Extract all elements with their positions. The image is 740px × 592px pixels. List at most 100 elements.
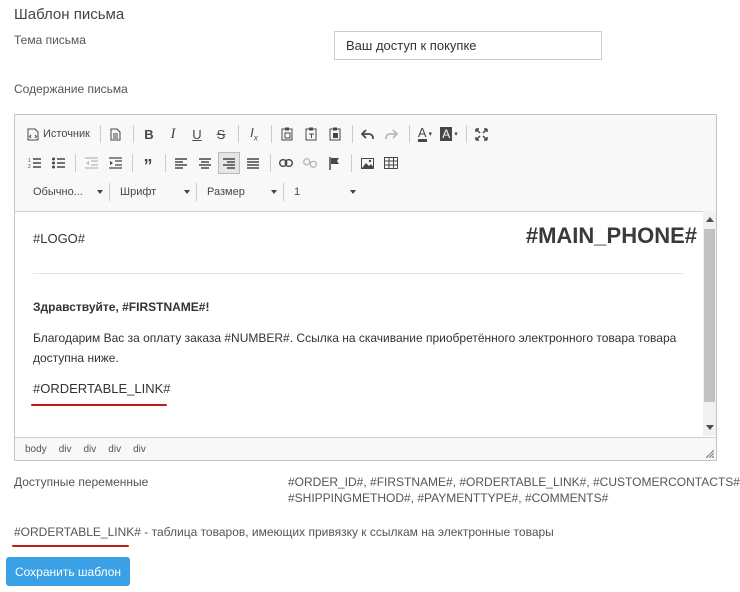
main-phone: #MAIN_PHONE# — [525, 223, 697, 248]
path-item[interactable]: div — [59, 444, 72, 455]
image-icon — [360, 157, 374, 169]
path-item[interactable]: body — [25, 444, 47, 455]
numbered-list-icon: 12 — [28, 158, 41, 169]
scroll-up-icon[interactable] — [706, 217, 714, 222]
editor-toolbar: Источник B I U S Ix A ▾ A ▾ 12 ” Обычно.… — [15, 115, 716, 212]
table-button[interactable] — [380, 152, 402, 174]
font-select[interactable]: Шрифт — [110, 181, 196, 203]
strikethrough-icon: S — [216, 126, 226, 142]
undo-button[interactable] — [357, 123, 379, 145]
numbered-list-button[interactable]: 12 — [23, 152, 45, 174]
align-justify-button[interactable] — [242, 152, 264, 174]
logo-placeholder: #LOGO# — [33, 231, 86, 246]
variables-line-2: #SHIPPINGMETHOD#, #PAYMENTTYPE#, #COMMEN… — [288, 491, 609, 505]
toolbar-separator — [99, 125, 101, 143]
underline-icon: U — [192, 126, 202, 142]
bold-icon: B — [144, 126, 154, 142]
underline-mark — [31, 404, 167, 406]
line-height-select-value: 1 — [294, 186, 301, 198]
toolbar-separator — [237, 125, 239, 143]
link-button[interactable] — [275, 152, 297, 174]
align-right-button[interactable] — [218, 152, 240, 174]
paste-word-button[interactable] — [324, 123, 346, 145]
size-select-value: Размер — [207, 186, 245, 198]
body-text: Благодарим Вас за оплату заказа #NUMBER#… — [33, 331, 677, 365]
align-left-button[interactable] — [170, 152, 192, 174]
align-left-icon — [175, 157, 187, 169]
chevron-down-icon — [271, 190, 277, 194]
align-right-icon — [223, 157, 235, 169]
unlink-button[interactable] — [299, 152, 321, 174]
toolbar-separator — [270, 125, 272, 143]
toolbar-separator — [132, 125, 134, 143]
blockquote-icon: ” — [143, 155, 153, 176]
editor-content[interactable]: #LOGO# #MAIN_PHONE# Здравствуйте, #FIRST… — [15, 211, 703, 436]
scroll-down-icon[interactable] — [706, 425, 714, 430]
order-table-link: #ORDERTABLE_LINK# — [33, 381, 171, 396]
text-color-icon: A — [417, 125, 427, 142]
text-color-button[interactable]: A ▾ — [414, 123, 436, 145]
path-item[interactable]: div — [108, 444, 121, 455]
flag-icon — [328, 156, 339, 170]
unlink-icon — [303, 158, 317, 168]
table-icon — [384, 157, 398, 169]
chevron-down-icon — [97, 190, 103, 194]
paste-button[interactable] — [276, 123, 298, 145]
editor-scrollbar[interactable] — [703, 211, 716, 436]
font-select-value: Шрифт — [120, 186, 157, 198]
subject-input[interactable]: Ваш доступ к покупке — [334, 31, 602, 60]
source-button[interactable]: Источник — [23, 123, 94, 145]
toolbar-separator — [351, 154, 352, 172]
toolbar-separator — [132, 154, 133, 172]
remove-format-icon: Ix — [250, 125, 258, 143]
resize-grip-icon[interactable] — [706, 450, 714, 458]
paste-text-button[interactable] — [300, 123, 322, 145]
image-button[interactable] — [356, 152, 378, 174]
variables-line-1: #ORDER_ID#, #FIRSTNAME#, #ORDERTABLE_LIN… — [288, 475, 740, 489]
greeting: Здравствуйте, #FIRSTNAME#! — [33, 300, 210, 314]
toolbar-separator — [75, 154, 76, 172]
toolbar-separator — [165, 154, 166, 172]
align-justify-icon — [247, 157, 259, 169]
link-icon — [279, 159, 293, 167]
bg-color-button[interactable]: A ▾ — [438, 123, 460, 145]
page-title: Шаблон письма — [14, 6, 125, 23]
bold-button[interactable]: B — [138, 123, 160, 145]
divider — [33, 273, 683, 274]
chevron-down-icon — [184, 190, 190, 194]
paste-icon — [281, 127, 293, 141]
outdent-button[interactable] — [80, 152, 102, 174]
italic-icon: I — [170, 125, 176, 142]
paste-word-icon — [329, 127, 341, 141]
format-select[interactable]: Обычно... — [23, 181, 109, 203]
redo-icon — [385, 128, 399, 139]
toolbar-separator — [408, 125, 410, 143]
anchor-button[interactable] — [323, 152, 345, 174]
document-button[interactable] — [105, 123, 127, 145]
blockquote-button[interactable]: ” — [137, 152, 159, 176]
bullet-list-button[interactable] — [47, 152, 69, 174]
size-select[interactable]: Размер — [197, 181, 283, 203]
italic-button[interactable]: I — [162, 123, 184, 145]
underline-mark — [12, 545, 129, 547]
element-path-bar: body div div div div — [15, 437, 716, 460]
align-center-button[interactable] — [194, 152, 216, 174]
indent-icon — [108, 157, 122, 169]
line-height-select[interactable]: 1 — [284, 181, 362, 203]
toolbar-separator — [351, 125, 353, 143]
remove-format-button[interactable]: Ix — [243, 123, 265, 145]
indent-button[interactable] — [104, 152, 126, 174]
source-label: Источник — [43, 128, 90, 140]
chevron-down-icon — [350, 190, 356, 194]
underline-button[interactable]: U — [186, 123, 208, 145]
strikethrough-button[interactable]: S — [210, 123, 232, 145]
content-label: Содержание письма — [14, 82, 128, 96]
redo-button[interactable] — [381, 123, 403, 145]
save-template-button[interactable]: Сохранить шаблон — [6, 557, 130, 586]
path-item[interactable]: div — [133, 444, 146, 455]
align-center-icon — [199, 157, 211, 169]
note-line: #ORDERTABLE_LINK# - таблица товаров, име… — [14, 525, 554, 539]
scrollbar-thumb[interactable] — [704, 229, 715, 402]
path-item[interactable]: div — [83, 444, 96, 455]
maximize-button[interactable] — [471, 123, 493, 145]
